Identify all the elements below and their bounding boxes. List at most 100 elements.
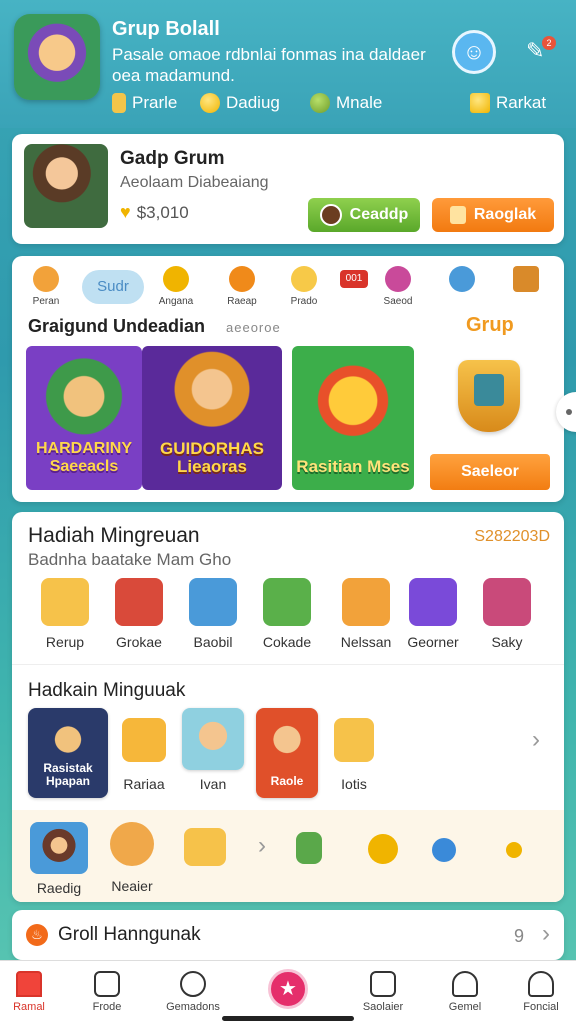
category-icon [229, 266, 255, 292]
extra-avatar-2[interactable] [110, 822, 154, 866]
weekly-tile-1[interactable]: Rasistak Hpapan [28, 708, 108, 798]
notification-badge: 2 [542, 36, 556, 50]
avatar-icon [319, 204, 342, 226]
nav-frode[interactable]: Frode [72, 971, 142, 1013]
category-icon [385, 266, 411, 292]
rewards-code: S282203D [474, 528, 550, 545]
chat-icon[interactable]: ☺ [452, 30, 496, 74]
reward-item[interactable]: Baobil [176, 578, 250, 650]
category-extra-1[interactable] [432, 264, 492, 296]
stat-prarle[interactable]: Prarle [112, 90, 177, 116]
group-avatar[interactable] [14, 14, 100, 100]
gift-icon [470, 93, 490, 113]
gear-icon[interactable] [432, 838, 456, 862]
chevron-right-icon[interactable]: › [258, 832, 266, 860]
user-icon [452, 971, 478, 997]
banner-2[interactable]: GUIDORHAS Lieaoras [142, 346, 282, 490]
banner-1[interactable]: HARDARINY Saeeacls [26, 346, 142, 490]
group-description: Pasale omaoe rdbnlai fonmas ina daldaer … [112, 45, 426, 85]
small-coin-icon[interactable] [506, 842, 522, 858]
profile-price: ♥ $3,010 [120, 202, 189, 222]
home-indicator [222, 1016, 354, 1021]
category-bar: Peran Sudr Angana Raeap Prado 001 Saeod [12, 264, 564, 316]
stat-rarkat[interactable]: Rarkat [470, 90, 546, 116]
header-stats: Prarle Dadiug Mnale Rarkat [112, 90, 562, 116]
extra-label-2: Neaier [111, 878, 153, 894]
category-peran[interactable]: Peran [16, 264, 76, 307]
banner-3[interactable]: Rasitian Mses [292, 346, 414, 490]
rewards-card: Hadiah Mingreuan S282203D Badnha baatake… [12, 512, 564, 902]
featured-code: aeeoroe [226, 320, 281, 335]
category-extra-2[interactable] [496, 264, 556, 296]
profile-title: Gadp Grum [120, 148, 225, 169]
card-icon[interactable] [296, 832, 322, 864]
category-icon [291, 266, 317, 292]
category-icon [449, 266, 475, 292]
profile-icon [528, 971, 554, 997]
category-saeod[interactable]: Saeod [368, 264, 428, 307]
tag-icon [112, 93, 126, 113]
green-action-button[interactable]: Ceaddp [308, 198, 420, 232]
notification-icon[interactable]: ✎ 2 [526, 36, 556, 68]
reward-icon [41, 578, 89, 626]
nav-gemel[interactable]: Gemel [430, 971, 500, 1013]
chevron-right-icon[interactable]: › [542, 920, 550, 948]
category-raeap[interactable]: Raeap [212, 264, 272, 307]
reward-icon [263, 578, 311, 626]
weekly-tile-2[interactable] [122, 718, 166, 762]
category-icon [163, 266, 189, 292]
grup-label[interactable]: Grup [466, 314, 514, 337]
footer-card[interactable]: ♨ Groll Hanngunak 9 › [12, 910, 564, 960]
weekly-tile-4[interactable]: Raole [256, 708, 318, 798]
weekly-label-2: Rariaa [123, 776, 165, 792]
weekly-label-5: Iotis [341, 776, 367, 792]
featured-title: Graigund Undeadian [28, 316, 206, 336]
weekly-title: Hadkain Minguuak [28, 680, 186, 701]
reward-icon [189, 578, 237, 626]
category-angana[interactable]: Angana [146, 264, 206, 307]
category-sudr[interactable]: Sudr [82, 270, 144, 304]
nav-gemadons[interactable]: Gemadons [158, 971, 228, 1013]
shield-badge-icon [458, 360, 520, 432]
home-icon [16, 971, 42, 997]
star-center-button[interactable]: ★ [268, 969, 308, 1009]
stat-mnale[interactable]: Mnale [310, 90, 382, 116]
nav-foncial[interactable]: Foncial [506, 971, 576, 1013]
weekly-tile-3[interactable] [182, 708, 244, 770]
document-icon [370, 971, 396, 997]
footer-card-count: 9 [513, 926, 524, 946]
clock-icon [180, 971, 206, 997]
coin-icon[interactable] [368, 834, 398, 864]
reward-item[interactable]: Nelssan [324, 578, 408, 650]
gift-box-icon[interactable] [184, 828, 226, 866]
featured-cta-button[interactable]: Saeleor [430, 454, 550, 490]
nav-home[interactable]: Ramal [0, 971, 64, 1013]
divider [12, 664, 564, 665]
reward-item[interactable]: Cokade [250, 578, 324, 650]
reward-item[interactable]: Georner [400, 578, 466, 650]
footer-card-title: Groll Hanngunak [58, 924, 201, 945]
stat-dadiug[interactable]: Dadiug [200, 90, 280, 116]
fire-icon: ♨ [26, 924, 48, 946]
face-icon [94, 971, 120, 997]
featured-card: Peran Sudr Angana Raeap Prado 001 Saeod … [12, 256, 564, 502]
reward-item[interactable]: Saky [474, 578, 540, 650]
profile-picture[interactable] [24, 144, 108, 228]
leaf-icon [310, 93, 330, 113]
nav-saolaier[interactable]: Saolaier [348, 971, 418, 1013]
category-icon [33, 266, 59, 292]
reward-icon [342, 578, 390, 626]
coin-icon [200, 93, 220, 113]
extra-avatar-1[interactable] [30, 822, 88, 874]
group-title: Grup Bolall [112, 18, 220, 40]
heart-icon: ♥ [120, 202, 131, 222]
category-badge: 001 [340, 270, 368, 288]
orange-action-button[interactable]: Raoglak [432, 198, 554, 232]
reward-item[interactable]: Grokae [102, 578, 176, 650]
chevron-right-icon[interactable]: › [532, 726, 540, 754]
reward-item[interactable]: Rerup [28, 578, 102, 650]
bottom-nav: Ramal Frode Gemadons ★ Saolaier Gemel Fo… [0, 960, 576, 1024]
profile-card: Gadp Grum Aeolaam Diabeaiang ♥ $3,010 Ce… [12, 134, 564, 244]
weekly-tile-5[interactable] [334, 718, 374, 762]
category-icon [513, 266, 539, 292]
